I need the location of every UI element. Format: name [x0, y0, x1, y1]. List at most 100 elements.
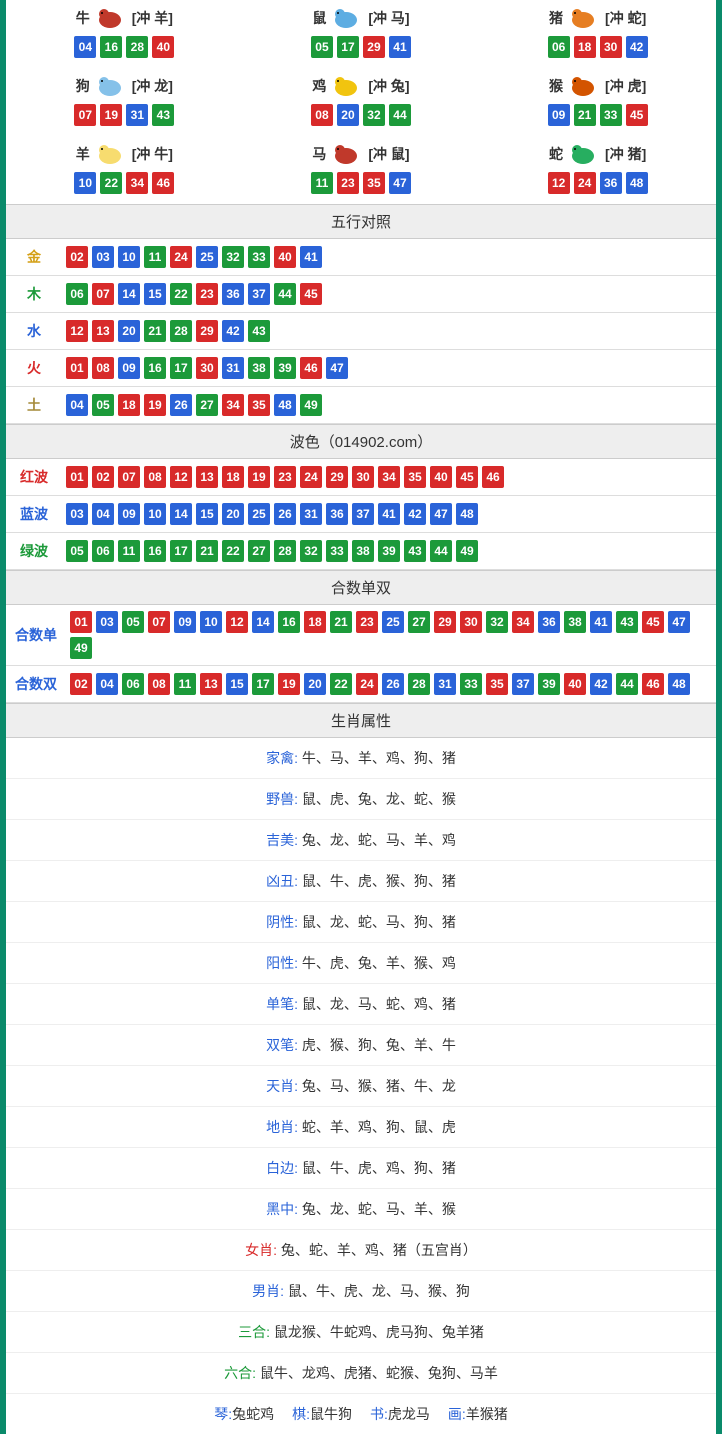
number-badge: 10	[200, 611, 222, 633]
number-badge: 47	[430, 503, 452, 525]
number-badge: 09	[174, 611, 196, 633]
number-badge: 22	[330, 673, 352, 695]
number-badge: 02	[70, 673, 92, 695]
number-badge: 22	[100, 172, 122, 194]
zodiac-conflict: [冲 羊]	[132, 8, 173, 28]
zodiac-icon	[330, 6, 364, 30]
zodiac-cell: 蛇[冲 猪]12243648	[479, 136, 716, 204]
number-badge: 35	[486, 673, 508, 695]
number-badge: 33	[248, 246, 270, 268]
number-badge: 36	[538, 611, 560, 633]
kv-row: 木06071415222336374445	[6, 276, 716, 313]
number-badge: 34	[378, 466, 400, 488]
zodiac-cell: 马[冲 鼠] 11233547	[243, 136, 480, 204]
number-badge: 24	[356, 673, 378, 695]
attr-row: 阳性: 牛、虎、兔、羊、猴、鸡	[6, 943, 716, 984]
number-badge: 09	[118, 357, 140, 379]
four-arts-row: 琴:兔蛇鸡棋:鼠牛狗书:虎龙马画:羊猴猪	[6, 1394, 716, 1434]
attr-row: 双笔: 虎、猴、狗、兔、羊、牛	[6, 1025, 716, 1066]
kv-row: 金02031011242532334041	[6, 239, 716, 276]
number-badge: 08	[92, 357, 114, 379]
number-badge: 33	[460, 673, 482, 695]
number-badge: 21	[196, 540, 218, 562]
attr-row: 天肖: 兔、马、猴、猪、牛、龙	[6, 1066, 716, 1107]
zodiac-name: 羊	[76, 144, 90, 164]
kv-values: 1213202128294243	[62, 314, 716, 348]
number-badge: 48	[626, 172, 648, 194]
number-badge: 45	[626, 104, 648, 126]
attr-label: 六合:	[224, 1365, 256, 1381]
number-badge: 25	[196, 246, 218, 268]
kv-label: 金	[6, 239, 62, 275]
number-badge: 10	[144, 503, 166, 525]
zodiac-numbers: 10223446	[10, 172, 239, 194]
kv-row: 红波0102070812131819232429303435404546	[6, 459, 716, 496]
wave-header: 波色（014902.com）	[6, 424, 716, 459]
zodiac-cell: 鼠[冲 马]05172941	[243, 0, 480, 68]
number-badge: 21	[574, 104, 596, 126]
number-badge: 49	[300, 394, 322, 416]
number-badge: 46	[482, 466, 504, 488]
number-badge: 10	[118, 246, 140, 268]
attr-value: 鼠、牛、虎、龙、马、猴、狗	[284, 1283, 470, 1299]
number-badge: 02	[92, 466, 114, 488]
zodiac-numbers: 05172941	[247, 36, 476, 58]
attr-value: 牛、虎、兔、羊、猴、鸡	[298, 955, 456, 971]
number-badge: 35	[363, 172, 385, 194]
zodiac-conflict: [冲 兔]	[368, 76, 409, 96]
attr-value: 鼠、牛、虎、鸡、狗、猪	[298, 1160, 456, 1176]
number-badge: 32	[300, 540, 322, 562]
attr-label: 家禽:	[266, 750, 298, 766]
attr-value: 虎、猴、狗、兔、羊、牛	[298, 1037, 456, 1053]
zodiac-name-row: 狗[冲 龙]	[76, 74, 173, 98]
number-badge: 23	[356, 611, 378, 633]
number-badge: 04	[66, 394, 88, 416]
number-badge: 27	[248, 540, 270, 562]
number-badge: 18	[118, 394, 140, 416]
kv-row: 蓝波03040910141520252631363741424748	[6, 496, 716, 533]
number-badge: 23	[337, 172, 359, 194]
number-badge: 06	[92, 540, 114, 562]
four-item: 画:羊猴猪	[448, 1404, 508, 1424]
number-badge: 18	[222, 466, 244, 488]
zodiac-name-row: 马[冲 鼠]	[312, 142, 409, 166]
number-badge: 17	[170, 540, 192, 562]
kv-values: 0108091617303138394647	[62, 351, 716, 385]
number-badge: 31	[300, 503, 322, 525]
number-badge: 33	[326, 540, 348, 562]
zodiac-numbers: 09213345	[483, 104, 712, 126]
kv-row: 火0108091617303138394647	[6, 350, 716, 387]
zodiac-numbers: 11233547	[247, 172, 476, 194]
attr-value: 鼠牛、龙鸡、虎猪、蛇猴、兔狗、马羊	[256, 1365, 498, 1381]
number-badge: 16	[100, 36, 122, 58]
number-badge: 23	[274, 466, 296, 488]
number-badge: 21	[330, 611, 352, 633]
number-badge: 22	[222, 540, 244, 562]
number-badge: 31	[126, 104, 148, 126]
number-badge: 40	[430, 466, 452, 488]
attr-label: 吉美:	[266, 832, 298, 848]
kv-row: 合数双0204060811131517192022242628313335373…	[6, 666, 716, 703]
zodiac-numbers: 07193143	[10, 104, 239, 126]
attr-row: 吉美: 兔、龙、蛇、马、羊、鸡	[6, 820, 716, 861]
attr-value: 牛、马、羊、鸡、狗、猪	[298, 750, 456, 766]
number-badge: 20	[222, 503, 244, 525]
zodiac-cell: 羊[冲 牛]10223446	[6, 136, 243, 204]
zodiac-icon	[94, 74, 128, 98]
number-badge: 39	[538, 673, 560, 695]
number-badge: 24	[300, 466, 322, 488]
attr-row: 野兽: 鼠、虎、兔、龙、蛇、猴	[6, 779, 716, 820]
number-badge: 11	[144, 246, 166, 268]
four-value: 羊猴猪	[466, 1406, 508, 1422]
number-badge: 46	[642, 673, 664, 695]
attr-header: 生肖属性	[6, 703, 716, 738]
zodiac-name-row: 蛇[冲 猪]	[549, 142, 646, 166]
number-badge: 44	[274, 283, 296, 305]
attr-label: 单笔:	[266, 996, 298, 1012]
number-badge: 31	[222, 357, 244, 379]
number-badge: 29	[363, 36, 385, 58]
attr-label: 阳性:	[266, 955, 298, 971]
attr-value: 兔、马、猴、猪、牛、龙	[298, 1078, 456, 1094]
attr-label: 男肖:	[252, 1283, 284, 1299]
number-badge: 09	[118, 503, 140, 525]
